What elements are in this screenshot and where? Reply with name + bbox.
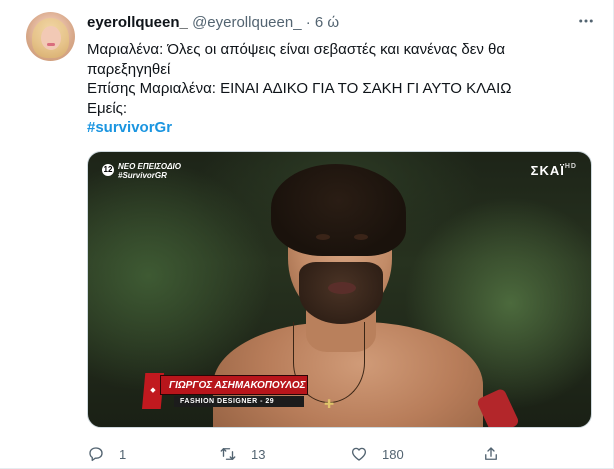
share-button[interactable] [482, 444, 500, 464]
tweet[interactable]: eyerollqueen_ @eyerollqueen_ · 6 ώ Μαρια… [0, 0, 614, 469]
tweet-actions: 1 13 180 [87, 444, 607, 464]
user-handle[interactable]: @eyerollqueen_ [192, 14, 301, 31]
tweet-timestamp[interactable]: 6 ώ [315, 14, 339, 31]
media-person-hair [271, 164, 406, 256]
reply-count: 1 [119, 446, 127, 462]
tweet-media-image[interactable]: ✚ 12 ΝΕΟ ΕΠΕΙΣΟΔΙΟ #SurvivorGR ΣΚΑΪHD ◆ … [87, 151, 592, 428]
media-person-eye [316, 234, 330, 240]
like-button[interactable]: 180 [350, 444, 404, 464]
separator-dot: · [305, 14, 311, 31]
lower-third-name: ΓΙΩΡΓΟΣ ΑΣΗΜΑΚΟΠΟΥΛΟΣ [160, 375, 308, 395]
avatar-lips [47, 43, 55, 46]
retweet-icon [220, 448, 236, 460]
tweet-text-line: παρεξηγηθεί [87, 60, 171, 78]
hashtag-link[interactable]: #survivorGr [87, 119, 172, 136]
channel-rating-badge: 12 [102, 164, 114, 176]
more-horizontal-glyph [579, 19, 593, 23]
promo-line: ΝΕΟ ΕΠΕΙΣΟΔΙΟ [118, 162, 181, 171]
like-count: 180 [382, 446, 404, 462]
reply-icon [89, 447, 103, 462]
reply-button[interactable]: 1 [87, 444, 126, 464]
broadcaster-name: ΣΚΑΪ [530, 163, 565, 178]
more-horizontal-icon[interactable] [573, 12, 599, 32]
share-icon [485, 447, 497, 460]
tweet-text: Μαριαλένα: Όλες οι απόψεις είναι σεβαστέ… [87, 40, 547, 138]
broadcaster-logo: ΣΚΑΪHD [531, 163, 577, 178]
avatar[interactable] [26, 12, 75, 61]
tweet-header: eyerollqueen_ @eyerollqueen_ · 6 ώ [87, 14, 593, 34]
tweet-text-line: Μαριαλένα: Όλες οι απόψεις είναι σεβαστέ… [87, 41, 506, 58]
retweet-count: 13 [251, 446, 266, 462]
promo-line: #SurvivorGR [118, 171, 167, 180]
broadcaster-hd: HD [564, 163, 577, 170]
heart-icon [351, 447, 367, 461]
promo-text: ΝΕΟ ΕΠΕΙΣΟΔΙΟ #SurvivorGR [118, 162, 181, 180]
tweet-text-line: Επίσης Μαριαλένα: ΕΙΝΑΙ ΑΔΙΚΟ ΓΙΑ ΤΟ ΣΑΚ… [87, 80, 512, 97]
display-name[interactable]: eyerollqueen_ [87, 14, 188, 31]
tweet-text-line: Εμείς: [87, 99, 128, 117]
lower-third-subtitle: FASHION DESIGNER - 29 [174, 396, 304, 407]
media-cross-pendant: ✚ [324, 397, 335, 411]
media-person-mouth [328, 282, 356, 294]
retweet-button[interactable]: 13 [219, 444, 265, 464]
avatar-face [41, 26, 61, 50]
media-person-eye [354, 234, 368, 240]
lower-third: ◆ ΓΙΩΡΓΟΣ ΑΣΗΜΑΚΟΠΟΥΛΟΣ FASHION DESIGNER… [142, 373, 308, 409]
